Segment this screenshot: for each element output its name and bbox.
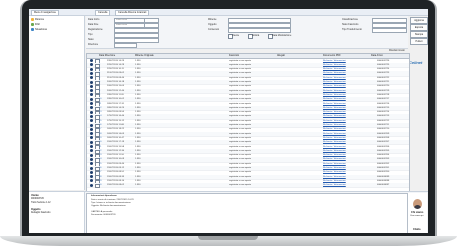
mail-icon [90,132,93,136]
results-table: Data Ricezione Mittente Originale Fascic… [86,53,410,192]
content-field[interactable] [228,28,291,33]
sidebar-item-search[interactable]: Ricerca [31,18,44,22]
mail-icon [90,127,93,131]
filter-label-status: Stato [88,38,94,41]
mail-icon [90,175,93,179]
column-header[interactable]: Data Ricezione [99,54,115,58]
avatar [413,199,422,209]
column-header[interactable]: Documento PDF [323,54,341,58]
details-user-item[interactable]: 0000003726 [31,198,44,200]
mail-icon [90,123,93,127]
mail-icon [90,63,93,67]
export-button[interactable]: Esporta [410,24,428,31]
row-link[interactable]: Richiesta / Informazioni [323,183,346,187]
brand-logo: Cellnet [409,60,423,65]
preview-line: Data e orario di ricezione: 23/07/2015 1… [91,199,134,201]
details-file-item[interactable]: Dettaglio Fascicolo [31,212,50,214]
column-header[interactable]: Fascicolo [229,54,239,58]
filter-label-classification: Classificazione [342,18,358,21]
mail-icon [90,93,93,97]
filter-label-sender: Mittente [208,18,217,21]
chat-button[interactable]: Chatta [413,228,420,231]
filter-label-transfer: Tipo Trasferimento [342,28,362,31]
mail-icon [90,102,93,106]
window-toolbar: Menu di navigazione Cancella Cancella Ri… [29,9,428,16]
preview-line: CARTELLA personale [91,211,113,213]
filter-label-subject: Oggetto [208,23,217,26]
details-tree: Utente 0000003726 Titolo Sezione 1.12 Og… [29,192,85,233]
filter-label-direction: Direzione [88,43,99,46]
row-number: 30 [99,184,102,187]
mail-icon [90,67,93,71]
filter-panel: Data Inizio 15/07/2015 Data Fine 20/07/2… [86,16,408,49]
column-header[interactable]: Data Arrivo [371,54,383,58]
mail-icon [90,136,93,140]
mail-icon [90,149,93,153]
mail-icon [90,76,93,80]
mail-icon [90,80,93,84]
sidebar: Ricerca Filtri Situazione [29,16,85,190]
details-subject-heading: Oggetto [31,208,41,211]
mail-icon [90,183,93,187]
filter-label-file-status: Stato Fascicolo [342,23,359,26]
laptop-notch [198,236,258,240]
column-header[interactable]: Allegati [277,54,285,58]
transfer-field[interactable] [372,28,407,33]
folder-icon [31,18,34,21]
column-header[interactable]: Mittente Originale [135,54,154,58]
mail-icon [90,59,93,63]
mail-icon [90,71,93,75]
filter-label-type: Tipo [88,33,93,36]
mail-icon [90,114,93,118]
preview-line: Oggetto: Richiesta documentazione [91,205,126,207]
mail-icon [90,162,93,166]
preview-line: Tipo: Istanza e richiesta documentazione [91,202,131,204]
filter-label-registration: Registrazione [88,28,103,31]
laptop-frame: Menu di navigazione Cancella Cancella Ri… [0,0,457,252]
message-preview: Informazioni dipendenza Data e orario di… [86,193,408,233]
row-value: 1.330 [135,184,141,187]
filter-label-content: Contenuto [208,28,220,31]
mail-icon [90,170,93,174]
row-date: 15/07/2015 08:02 [107,184,125,187]
app-screen: Menu di navigazione Cancella Cancella Ri… [29,9,428,233]
mail-icon [90,179,93,183]
row-code: 0000003697 [377,184,390,187]
activity-checkbox-label: Attività [252,34,260,37]
mail-icon [90,119,93,123]
preview-line: Documento: 0000003726 [91,214,116,216]
mail-icon [90,145,93,149]
chat-widget[interactable]: Chi siamo Ciao sono qui Chatta [408,193,427,233]
mail-icon [90,84,93,88]
mail-icon [90,106,93,110]
filter-icon [31,23,34,26]
print-button[interactable]: Stampa [410,31,428,38]
bottom-panel: Utente 0000003726 Titolo Sezione 1.12 Og… [29,191,428,233]
filter-label-end: Data Fine [88,23,99,26]
sidebar-item-filters[interactable]: Filtri [31,23,40,27]
mail-icon [90,97,93,101]
table-row[interactable]: 30 15/07/2015 08:02 1.330 registrato e non … [87,183,409,189]
user-checkbox-label: Utente [232,34,240,37]
direction-select[interactable] [114,43,137,48]
chat-status: Ciao sono qui [410,215,424,217]
preview-title: Informazioni dipendenza [91,195,117,197]
record-count: Risultati trovati [389,49,405,52]
details-user-heading: Utente [31,194,39,197]
list-icon [31,28,34,31]
mail-icon [90,157,93,161]
mail-icon [90,140,93,144]
chat-title: Chi siamo [411,211,424,214]
mail-icon [90,153,93,157]
mail-icon [90,89,93,93]
refresh-button[interactable]: Aggiorna [410,17,428,24]
sidebar-item-status[interactable]: Situazione [31,28,47,32]
mail-icon [90,110,93,114]
filter-label-start: Data Inizio [88,18,100,21]
date-checkbox-label: Data Modulazione [272,34,292,37]
details-section-item[interactable]: Titolo Sezione 1.12 [31,202,51,204]
mail-icon [90,166,93,170]
row-status: registrato e non aperto [229,184,252,187]
clear-button[interactable]: Pulisci [410,38,428,45]
